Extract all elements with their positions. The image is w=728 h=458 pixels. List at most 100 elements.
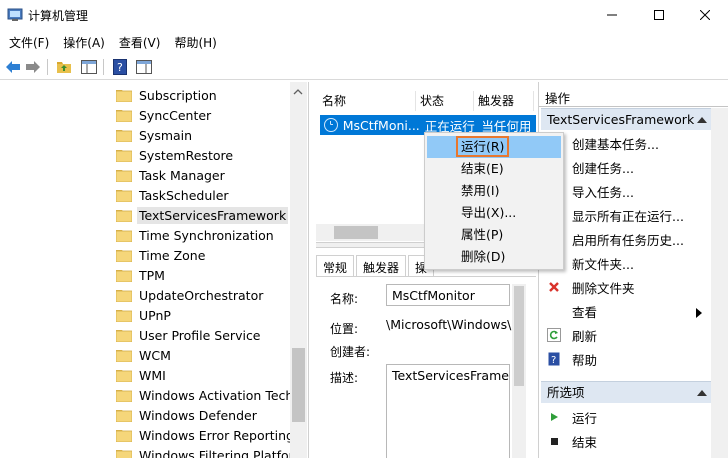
menu-help[interactable]: 帮助(H) (169, 31, 221, 53)
tree-item-time-zone[interactable]: Time Zone (116, 245, 205, 265)
actions-scrollbar[interactable] (711, 108, 728, 458)
tree-scrollbar-thumb[interactable] (292, 348, 305, 422)
section-title: TextServicesFramework (547, 112, 695, 127)
forward-button[interactable] (24, 58, 42, 76)
run-label: 运行(R) (456, 136, 510, 157)
description-field[interactable]: TextServicesFramew (386, 364, 510, 458)
action-pane-icon (136, 60, 152, 74)
action-show-running[interactable]: 显示所有正在运行... (546, 205, 684, 225)
menu-view[interactable]: 查看(V) (114, 31, 166, 53)
actions-section-textservices[interactable]: TextServicesFramework (541, 108, 711, 130)
detail-scrollbar-thumb[interactable] (514, 286, 524, 386)
folder-icon (116, 289, 132, 302)
list-scrollbar-thumb[interactable] (334, 226, 378, 239)
menu-file[interactable]: 文件(F) (4, 31, 54, 53)
tree-item-systemrestore[interactable]: SystemRestore (116, 145, 233, 165)
tree-item-label: User Profile Service (139, 327, 261, 343)
action-stop[interactable]: 结束 (546, 431, 597, 451)
tab-divider (316, 276, 536, 277)
folder-icon (116, 249, 132, 262)
tree-item-label: WMI (139, 367, 166, 383)
console-tree[interactable]: Subscription SyncCenter Sysmain SystemResto… (0, 82, 309, 458)
menu-action[interactable]: 操作(A) (58, 31, 110, 53)
tree-item-subscription[interactable]: Subscription (116, 85, 217, 105)
name-label: 名称: (330, 292, 359, 306)
toolbar: ? (0, 54, 728, 80)
tree-item-wcm[interactable]: WCM (116, 345, 171, 365)
tab-general[interactable]: 常规 (316, 255, 355, 277)
show-hide-tree-button[interactable] (80, 58, 98, 76)
tree-item-time-synchronization[interactable]: Time Synchronization (116, 225, 274, 245)
column-trigger[interactable]: 触发器 (474, 91, 534, 111)
tree-item-updateorchestrator[interactable]: UpdateOrchestrator (116, 285, 263, 305)
column-status[interactable]: 状态 (416, 91, 474, 111)
actions-header: 操作 (545, 91, 571, 106)
folder-icon (116, 189, 132, 202)
folder-icon (116, 409, 132, 422)
folder-icon (116, 109, 132, 122)
context-menu-run[interactable]: 运行(R) (427, 136, 561, 158)
collapse-arrow-icon[interactable] (697, 117, 707, 123)
tree-item-windows-defender[interactable]: Windows Defender (116, 405, 257, 425)
tree-item-synccenter[interactable]: SyncCenter (116, 105, 211, 125)
tree-item-label: SyncCenter (139, 107, 212, 123)
tree-item-windows-error-reporting[interactable]: Windows Error Reporting (116, 425, 294, 445)
tree-item-upnp[interactable]: UPnP (116, 305, 171, 325)
tree-item-task-manager[interactable]: Task Manager (116, 165, 225, 185)
help-button[interactable]: ? (111, 58, 129, 76)
help-icon: ? (546, 351, 562, 367)
name-field[interactable]: MsCtfMonitor (386, 284, 510, 306)
tree-item-sysmain[interactable]: Sysmain (116, 125, 192, 145)
action-view[interactable]: 查看 (546, 301, 597, 321)
up-folder-button[interactable] (55, 58, 73, 76)
tab-triggers[interactable]: 触发器 (356, 255, 407, 277)
actions-section-selected[interactable]: 所选项 (541, 381, 711, 403)
context-menu-delete[interactable]: 删除(D) (427, 246, 561, 268)
tree-item-label: Time Zone (139, 247, 206, 263)
folder-icon (116, 169, 132, 182)
tree-item-label: Windows Filtering Platforr (139, 447, 299, 458)
stop-icon (546, 433, 562, 449)
context-menu: 运行(R) 结束(E) 禁用(I) 导出(X)... 属性(P) 删除(D) (424, 132, 564, 270)
action-label: 显示所有正在运行... (572, 208, 684, 224)
actions-divider (539, 106, 728, 107)
tree-item-windows-activation-techn[interactable]: Windows Activation Techn (116, 385, 301, 405)
action-label: 新文件夹... (572, 256, 634, 272)
tree-item-label: SystemRestore (139, 147, 234, 163)
folder-icon (116, 149, 132, 162)
tree-item-tpm[interactable]: TPM (116, 265, 165, 285)
back-button[interactable] (4, 58, 22, 76)
action-refresh[interactable]: 刷新 (546, 325, 597, 345)
minimize-button[interactable] (589, 0, 635, 30)
collapse-arrow-icon[interactable] (697, 390, 707, 396)
show-action-pane-button[interactable] (135, 58, 153, 76)
context-menu-export[interactable]: 导出(X)... (427, 202, 561, 224)
tree-item-label: TaskScheduler (139, 187, 229, 203)
folder-icon (116, 349, 132, 362)
action-enable-history[interactable]: 启用所有任务历史... (546, 229, 684, 249)
close-button[interactable] (682, 0, 728, 30)
action-label: 运行 (572, 410, 598, 426)
minimize-icon (607, 14, 617, 16)
tree-item-user-profile-service[interactable]: User Profile Service (116, 325, 261, 345)
column-name[interactable]: 名称 (318, 91, 416, 111)
scroll-up-arrow-icon[interactable] (293, 88, 303, 96)
action-help[interactable]: ? 帮助 (546, 349, 597, 369)
context-menu-properties[interactable]: 属性(P) (427, 224, 561, 246)
tree-item-textservicesframework[interactable]: TextServicesFramework (116, 205, 289, 225)
tree-item-windows-filtering-platforr[interactable]: Windows Filtering Platforr (116, 445, 299, 458)
folder-icon (116, 89, 132, 102)
tree-item-label: UPnP (139, 307, 171, 323)
location-value: \Microsoft\Windows\ (386, 317, 512, 332)
view-icon (546, 303, 562, 319)
tree-item-wmi[interactable]: WMI (116, 365, 166, 385)
folder-icon (116, 209, 132, 222)
maximize-button[interactable] (636, 0, 682, 30)
tree-item-taskscheduler[interactable]: TaskScheduler (116, 185, 229, 205)
forward-arrow-icon (26, 61, 40, 73)
action-run[interactable]: 运行 (546, 407, 597, 427)
action-delete[interactable]: 删除文件夹 (546, 277, 635, 297)
folder-icon (116, 429, 132, 442)
context-menu-disable[interactable]: 禁用(I) (427, 180, 561, 202)
context-menu-end[interactable]: 结束(E) (427, 158, 561, 180)
